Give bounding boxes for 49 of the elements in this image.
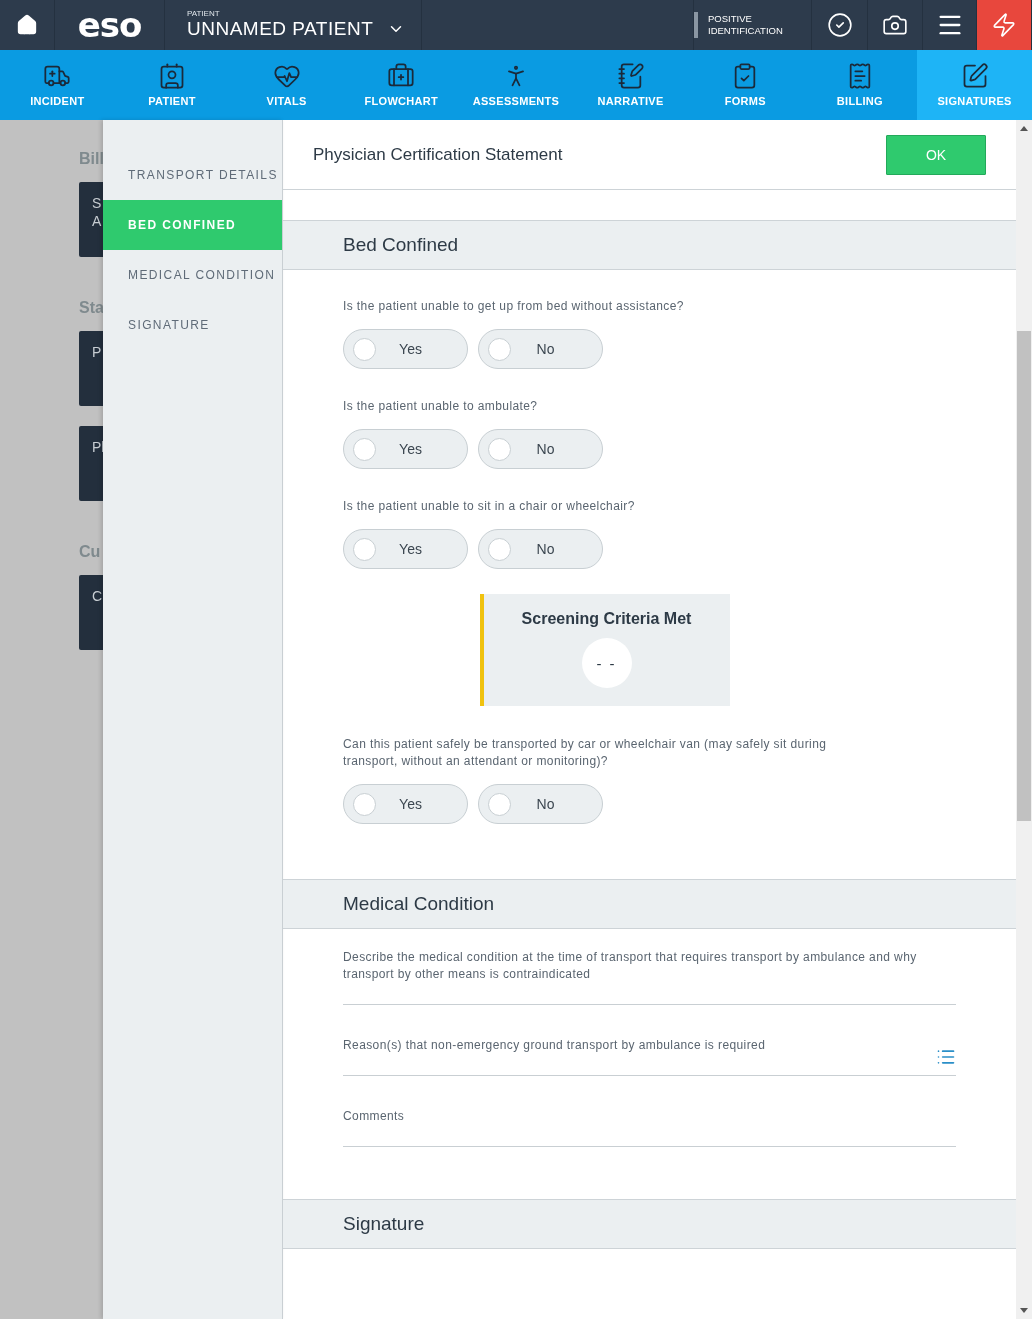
card-text: C <box>92 587 103 605</box>
scrollbar[interactable] <box>1016 120 1032 1319</box>
radio-option[interactable]: No <box>478 429 603 469</box>
criteria-value: - - <box>581 638 632 688</box>
card-text: Pl <box>92 438 103 456</box>
radio-option[interactable]: Yes <box>343 429 468 469</box>
id-card-icon <box>158 62 186 90</box>
nav-tab[interactable]: ASSESSMENTS <box>458 50 574 120</box>
side-nav-item[interactable]: MEDICAL CONDITION <box>103 250 282 300</box>
home-icon[interactable] <box>16 14 38 36</box>
field-label: Reason(s) that non-emergency ground transport by ambulance is required <box>343 1037 767 1054</box>
card-text: S <box>92 194 103 212</box>
patient-name: UNNAMED PATIENT <box>187 18 374 40</box>
field-label: Comments <box>343 1108 406 1125</box>
criteria-title: Screening Criteria Met <box>521 610 692 628</box>
section-header: Medical Condition <box>283 879 1016 929</box>
radio-option[interactable]: No <box>478 784 603 824</box>
side-nav-item[interactable]: TRANSPORT DETAILS <box>103 150 282 200</box>
question-text: Is the patient unable to sit in a chair or wheelchair? <box>343 498 636 515</box>
nav-tab[interactable]: VITALS <box>229 50 344 120</box>
card-text: A <box>92 212 103 230</box>
section-header: Signature <box>283 1199 1016 1249</box>
nav-tab[interactable]: FLOWCHART <box>343 50 459 120</box>
card-text: P <box>92 343 103 361</box>
side-nav-item[interactable]: SIGNATURE <box>103 300 282 350</box>
nav-tab[interactable]: PATIENT <box>114 50 230 120</box>
logo: eso <box>77 5 142 45</box>
radio-option[interactable]: No <box>478 329 603 369</box>
nav-tab[interactable]: NARRATIVE <box>573 50 688 120</box>
section-heading: Cu <box>79 543 102 562</box>
radio-option[interactable]: Yes <box>343 784 468 824</box>
field-label: Describe the medical condition at the time of transport that requires transport by ambulance and why transport by other means is contraindicated <box>343 949 918 983</box>
question-text: Is the patient unable to get up from bed without assistance? <box>343 298 685 315</box>
notebook-icon <box>616 62 645 90</box>
list-icon <box>936 1047 956 1067</box>
check-circle-icon[interactable] <box>826 12 853 38</box>
section-header: Bed Confined <box>283 220 1016 270</box>
nav-tab[interactable]: BILLING <box>802 50 918 120</box>
radio-option[interactable]: No <box>478 529 603 569</box>
question-text: Is the patient unable to ambulate? <box>343 398 539 415</box>
nav-tab[interactable]: INCIDENT <box>0 50 115 120</box>
dialog-title: Physician Certification Statement <box>313 144 563 165</box>
patient-label: PATIENT <box>187 9 221 18</box>
section-heading: Bill <box>79 150 103 169</box>
radio-option[interactable]: Yes <box>343 529 468 569</box>
question-text: Can this patient safely be transported by car or wheelchair van (may safely sit during transport, without an attendant or monitoring)? <box>343 736 828 770</box>
lightning-icon[interactable] <box>991 12 1017 38</box>
radio-option[interactable]: Yes <box>343 329 468 369</box>
nav-tab[interactable]: FORMS <box>687 50 803 120</box>
